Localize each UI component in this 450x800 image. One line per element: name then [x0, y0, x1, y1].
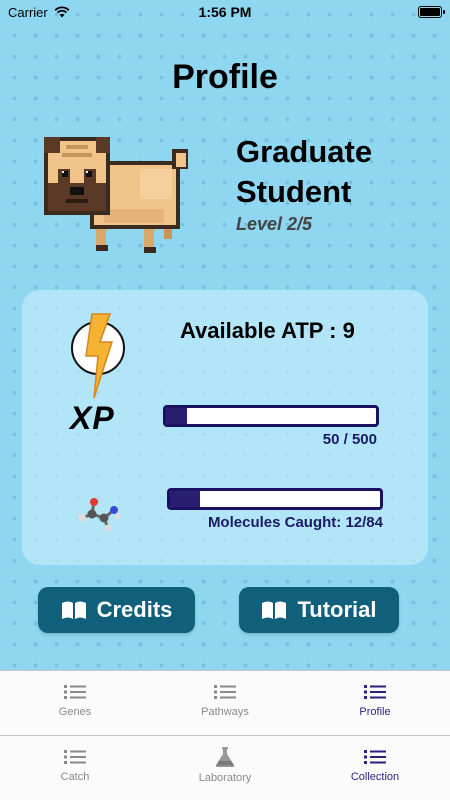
page-title: Profile: [172, 58, 278, 96]
tab-genes-label: Genes: [58, 706, 92, 718]
molecule-icon: [78, 498, 121, 532]
tab-pathways[interactable]: Pathways: [150, 671, 300, 735]
tab-collection-label: Collection: [350, 771, 400, 783]
tutorial-button-label: Tutorial: [297, 597, 377, 622]
tab-collection[interactable]: Collection: [300, 736, 450, 800]
tab-profile-label: Profile: [359, 706, 391, 718]
list-icon: [364, 750, 386, 764]
book-icon: [262, 601, 287, 619]
tab-pathways-label: Pathways: [201, 706, 249, 718]
pug-icon: [44, 137, 188, 253]
list-icon: [64, 750, 86, 764]
tab-laboratory-label: Laboratory: [198, 772, 252, 784]
list-icon: [214, 685, 236, 699]
tabbar-bottom: Catch Laboratory Collection: [0, 735, 450, 800]
status-bar: Carrier 1:56 PM: [0, 0, 450, 24]
xp-label: XP: [70, 400, 115, 436]
molecules-progress-fill: [170, 491, 200, 507]
molecules-progress-bar: [167, 488, 383, 510]
rank-title: Graduate Student: [236, 134, 373, 209]
xp-progress-bar: [163, 405, 379, 427]
tab-catch[interactable]: Catch: [0, 736, 150, 800]
credits-button-label: Credits: [96, 597, 173, 622]
battery-icon: [418, 6, 445, 18]
tab-genes[interactable]: Genes: [0, 671, 150, 735]
xp-value: 50 / 500: [322, 431, 377, 448]
tab-profile[interactable]: Profile: [300, 671, 450, 735]
atp-label: Available ATP : 9: [180, 318, 355, 343]
flask-icon: [215, 747, 235, 767]
atp-lightning-icon: [71, 313, 125, 399]
tabbar-top: Genes Pathways Profile: [0, 670, 450, 735]
molecules-value: Molecules Caught: 12/84: [207, 514, 383, 531]
tab-catch-label: Catch: [60, 771, 90, 783]
tutorial-button[interactable]: Tutorial: [239, 587, 399, 633]
rank-level: Level 2/5: [236, 214, 313, 234]
tab-laboratory[interactable]: Laboratory: [150, 736, 300, 800]
book-icon: [61, 601, 86, 619]
xp-progress-fill: [166, 408, 187, 424]
status-time: 1:56 PM: [198, 4, 252, 20]
list-icon: [364, 685, 386, 699]
credits-button[interactable]: Credits: [38, 587, 195, 633]
list-icon: [64, 685, 86, 699]
